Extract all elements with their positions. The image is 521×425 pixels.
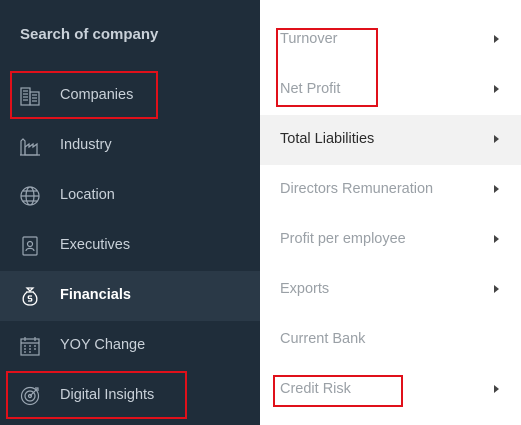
factory-icon — [19, 135, 41, 157]
caret-right-icon — [494, 35, 499, 43]
menu-item-turnover[interactable]: Turnover — [260, 15, 521, 65]
caret-right-icon — [494, 135, 499, 143]
menu-item-label: Current Bank — [280, 331, 366, 347]
menu-item-net-profit[interactable]: Net Profit — [260, 65, 521, 115]
sidebar-item-label: Industry — [60, 137, 112, 153]
money-bag-icon — [19, 285, 41, 307]
menu-item-label: Turnover — [280, 31, 338, 47]
menu-item-label: Credit Risk — [280, 381, 351, 397]
target-icon — [19, 385, 41, 407]
sidebar-item-digital-insights[interactable]: Digital Insights — [0, 371, 260, 421]
menu-item-label: Profit per employee — [280, 231, 406, 247]
sidebar-item-label: YOY Change — [60, 337, 146, 353]
sidebar-item-label: Location — [60, 187, 115, 203]
sidebar-item-executives[interactable]: Executives — [0, 221, 260, 271]
caret-right-icon — [494, 385, 499, 393]
sidebar-item-financials[interactable]: Financials — [0, 271, 260, 321]
menu-item-total-liabilities[interactable]: Total Liabilities — [260, 115, 521, 165]
menu-item-label: Net Profit — [280, 81, 341, 97]
search-company-label[interactable]: Search of company — [20, 26, 158, 43]
caret-right-icon — [494, 85, 499, 93]
menu-item-directors-remuneration[interactable]: Directors Remuneration — [260, 165, 521, 215]
menu-item-exports[interactable]: Exports — [260, 265, 521, 315]
caret-right-icon — [494, 285, 499, 293]
globe-icon — [19, 185, 41, 207]
sidebar-item-companies[interactable]: Companies — [0, 71, 260, 121]
menu-item-label: Directors Remuneration — [280, 181, 434, 197]
sidebar: Search of company Companies Industry Loc… — [0, 0, 260, 425]
calendar-icon — [19, 335, 41, 357]
sidebar-item-label: Executives — [60, 237, 131, 253]
sidebar-item-label: Financials — [60, 287, 131, 303]
building-icon — [19, 85, 41, 107]
menu-item-current-bank[interactable]: Current Bank — [260, 315, 521, 365]
sidebar-item-industry[interactable]: Industry — [0, 121, 260, 171]
menu-item-credit-risk[interactable]: Credit Risk — [260, 365, 521, 415]
sidebar-item-location[interactable]: Location — [0, 171, 260, 221]
caret-right-icon — [494, 185, 499, 193]
caret-right-icon — [494, 235, 499, 243]
financials-submenu: Turnover Net Profit Total Liabilities Di… — [260, 0, 521, 425]
sidebar-item-yoy-change[interactable]: YOY Change — [0, 321, 260, 371]
menu-item-profit-per-employee[interactable]: Profit per employee — [260, 215, 521, 265]
menu-item-label: Exports — [280, 281, 330, 297]
sidebar-item-label: Digital Insights — [60, 387, 155, 403]
sidebar-item-label: Companies — [60, 87, 134, 103]
id-card-icon — [19, 235, 41, 257]
menu-item-label: Total Liabilities — [280, 131, 375, 147]
